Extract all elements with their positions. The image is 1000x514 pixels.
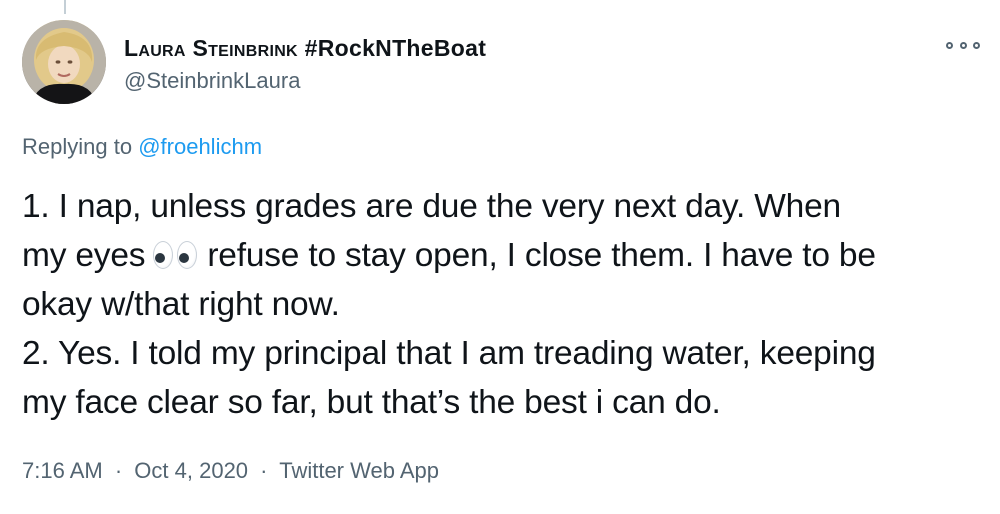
tweet-line: my face clear so far, but that’s the bes…: [22, 384, 721, 421]
tweet-line: 2. Yes. I told my principal that I am tr…: [22, 335, 876, 372]
eyes-emoji-icon: [149, 239, 203, 269]
tweet-text-fragment: my eyes: [22, 237, 146, 274]
avatar[interactable]: [22, 20, 106, 104]
display-name-main: Laura Steinbrink: [124, 35, 298, 61]
more-options-icon[interactable]: [946, 38, 980, 52]
tweet-date[interactable]: Oct 4, 2020: [134, 458, 248, 483]
tweet-metadata: 7:16 AM · Oct 4, 2020 · Twitter Web App: [22, 456, 439, 486]
display-name-hashtag: #RockNTheBoat: [304, 35, 487, 61]
tweet-line: 1. I nap, unless grades are due the very…: [22, 188, 841, 225]
meta-separator: ·: [260, 458, 268, 483]
reply-context: Replying to @froehlichm: [22, 132, 262, 162]
meta-separator: ·: [114, 458, 123, 483]
tweet-line: my eyes refuse to stay open, I close them…: [22, 231, 992, 280]
tweet-time[interactable]: 7:16 AM: [22, 458, 103, 483]
tweet-text-fragment: refuse to stay open, I close them. I hav…: [207, 237, 876, 274]
reply-mention-link[interactable]: @froehlichm: [138, 134, 262, 159]
tweet-text: 1. I nap, unless grades are due the very…: [22, 182, 992, 427]
tweet-header: Laura Steinbrink #RockNTheBoat @Steinbri…: [22, 20, 980, 108]
more-dot: [973, 41, 980, 49]
avatar-image: [22, 20, 106, 104]
more-dot: [959, 41, 967, 49]
tweet-line: okay w/that right now.: [22, 286, 340, 323]
tweet-source[interactable]: Twitter Web App: [279, 458, 439, 483]
thread-connector-line: [64, 0, 66, 14]
author-names: Laura Steinbrink #RockNTheBoat @Steinbri…: [124, 34, 486, 97]
more-dot: [946, 41, 953, 49]
display-name[interactable]: Laura Steinbrink #RockNTheBoat: [124, 34, 486, 62]
replying-to-label: Replying to: [22, 134, 133, 159]
user-handle[interactable]: @SteinbrinkLaura: [124, 65, 486, 97]
